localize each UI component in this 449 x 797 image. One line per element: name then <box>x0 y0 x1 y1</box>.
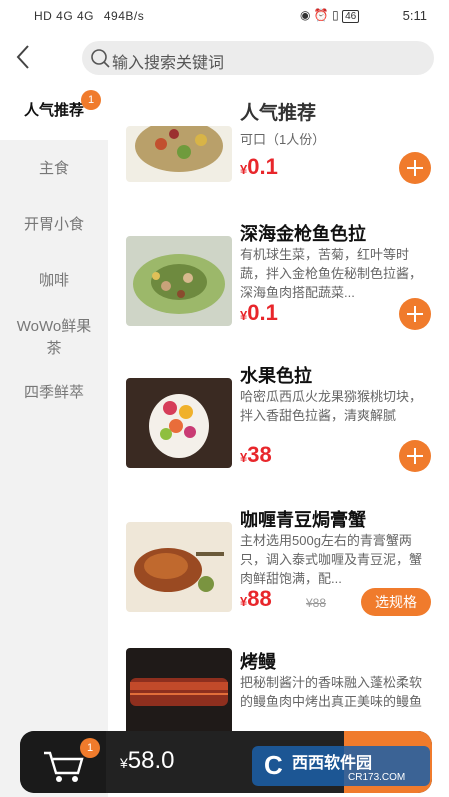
network-speed: 494B/s <box>103 9 145 23</box>
product-price: ¥0.1 <box>240 300 278 325</box>
product-image <box>126 126 232 182</box>
product-image <box>126 236 232 326</box>
search-placeholder: 输入搜索关键词 <box>112 55 225 72</box>
original-price: ¥88 <box>306 596 327 610</box>
top-bar: 输入搜索关键词 <box>0 34 449 84</box>
chevron-left-icon <box>16 45 29 69</box>
product-image <box>126 648 232 736</box>
search-input[interactable]: 输入搜索关键词 <box>82 41 434 75</box>
product-name: 水果色拉 <box>240 366 312 386</box>
product-description: 把秘制酱汁的香味融入蓬松柔软的鳗鱼肉中烤出真正美味的鳗鱼 <box>240 675 423 709</box>
section-title: 人气推荐 <box>240 103 317 124</box>
cart-badge: 1 <box>80 738 100 758</box>
product-image <box>126 522 232 612</box>
cart-total: ¥58.0 <box>120 747 175 774</box>
category-badge: 1 <box>81 90 101 110</box>
sidebar-item-fruit-tea[interactable]: WoWo鲜果茶 <box>0 316 108 360</box>
add-to-cart-button[interactable] <box>399 152 431 184</box>
svg-text:C: C <box>264 750 283 780</box>
alarm-icon: ⏰ <box>313 8 329 22</box>
back-button[interactable] <box>10 40 40 74</box>
watermark-sub: CR173.COM <box>348 772 405 783</box>
product-image <box>126 378 232 468</box>
product-description: 主材选用500g左右的青膏蟹两只，调入泰式咖喱及青豆泥，蟹肉鲜甜饱满，配... <box>240 533 423 586</box>
status-bar: HD 4G 4G 494B/s ◉ ⏰ ▯ 46 5:11 <box>0 0 449 32</box>
search-icon <box>91 49 110 68</box>
product-name: 烤鳗 <box>240 652 276 672</box>
product-price: ¥38 <box>240 442 272 467</box>
product-price: ¥0.1 <box>240 154 278 179</box>
clock: 5:11 <box>402 8 427 23</box>
vibrate-icon: ▯ <box>332 8 339 22</box>
watermark-text: 西西软件园 <box>292 753 372 772</box>
eye-icon: ◉ <box>300 8 311 22</box>
product-description: 有机球生菜，苦菊，红叶等时蔬，拌入金枪鱼佐秘制色拉酱，深海鱼肉搭配蔬菜... <box>240 247 423 300</box>
add-to-cart-button[interactable] <box>399 440 431 472</box>
sidebar-item-seasonal[interactable]: 四季鲜萃 <box>0 382 108 404</box>
product-list: 人气推荐 可口（1人份） ¥0.1 深海金枪鱼色拉 有机球生菜，苦菊，红叶等时蔬… <box>108 86 449 736</box>
product-card[interactable]: 烤鳗 把秘制酱汁的香味融入蓬松柔软的鳗鱼肉中烤出真正美味的鳗鱼 <box>126 648 449 736</box>
product-description: 哈密瓜西瓜火龙果猕猴桃切块，拌入香甜色拉酱，清爽解腻 <box>240 389 423 423</box>
product-card[interactable]: 深海金枪鱼色拉 有机球生菜，苦菊，红叶等时蔬，拌入金枪鱼佐秘制色拉酱，深海鱼肉搭… <box>126 220 449 340</box>
watermark: C 西西软件园 CR173.COM <box>252 742 430 790</box>
status-icons: ◉ ⏰ ▯ 46 <box>300 8 360 23</box>
select-spec-button[interactable]: 选规格 <box>361 588 431 616</box>
product-card[interactable]: 可口（1人份） ¥0.1 <box>126 126 449 196</box>
add-to-cart-button[interactable] <box>399 298 431 330</box>
category-sidebar: 人气推荐 1 主食 开胃小食 咖啡 WoWo鲜果茶 四季鲜萃 <box>0 86 108 797</box>
product-description: 可口（1人份） <box>240 132 326 147</box>
battery-icon: 46 <box>342 10 360 23</box>
sidebar-item-staple[interactable]: 主食 <box>0 158 108 180</box>
sidebar-item-appetizer[interactable]: 开胃小食 <box>0 214 108 236</box>
product-name: 咖喱青豆焗膏蟹 <box>240 510 366 530</box>
network-indicator: HD 4G 4G 494B/s <box>34 9 145 23</box>
product-name: 深海金枪鱼色拉 <box>240 224 366 244</box>
sidebar-item-coffee[interactable]: 咖啡 <box>0 270 108 292</box>
product-card[interactable]: 咖喱青豆焗膏蟹 主材选用500g左右的青膏蟹两只，调入泰式咖喱及青豆泥，蟹肉鲜甜… <box>126 506 449 626</box>
product-price: ¥88 <box>240 586 272 611</box>
product-card[interactable]: 水果色拉 哈密瓜西瓜火龙果猕猴桃切块，拌入香甜色拉酱，清爽解腻 ¥38 <box>126 362 449 482</box>
